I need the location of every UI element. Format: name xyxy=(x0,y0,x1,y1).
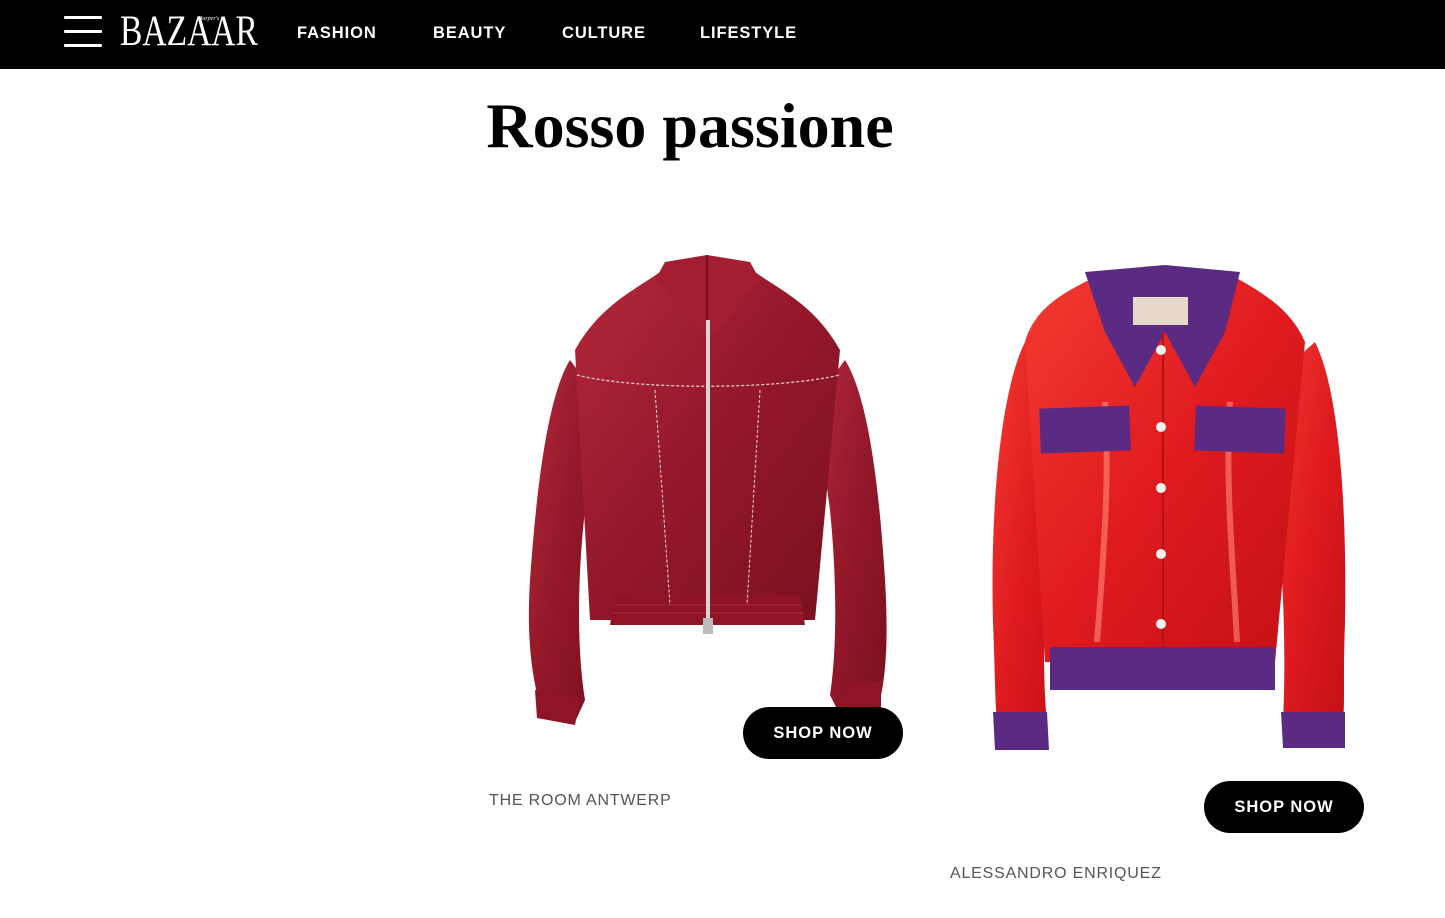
nav-beauty[interactable]: BEAUTY xyxy=(433,24,506,43)
bazaar-logo[interactable]: BAZAAR Harper's xyxy=(120,10,297,54)
product-brand-1[interactable]: THE ROOM ANTWERP xyxy=(489,792,672,810)
nav-culture[interactable]: CULTURE xyxy=(562,24,646,43)
burgundy-velvet-jacket-image[interactable] xyxy=(515,250,905,735)
shop-now-button-2[interactable]: SHOP NOW xyxy=(1204,781,1364,833)
logo-text: BAZAAR xyxy=(120,8,258,55)
top-navigation-bar: BAZAAR Harper's FASHION BEAUTY CULTURE L… xyxy=(0,0,1445,69)
logo-subtext: Harper's xyxy=(198,16,220,22)
hamburger-menu-icon[interactable] xyxy=(64,16,102,48)
nav-lifestyle[interactable]: LIFESTYLE xyxy=(700,24,797,43)
red-vinyl-jacket-image[interactable] xyxy=(985,262,1355,757)
product-brand-2[interactable]: ALESSANDRO ENRIQUEZ xyxy=(950,865,1162,883)
shop-now-button-1[interactable]: SHOP NOW xyxy=(743,707,903,759)
article-title: Rosso passione xyxy=(486,90,894,161)
nav-fashion[interactable]: FASHION xyxy=(297,24,377,43)
